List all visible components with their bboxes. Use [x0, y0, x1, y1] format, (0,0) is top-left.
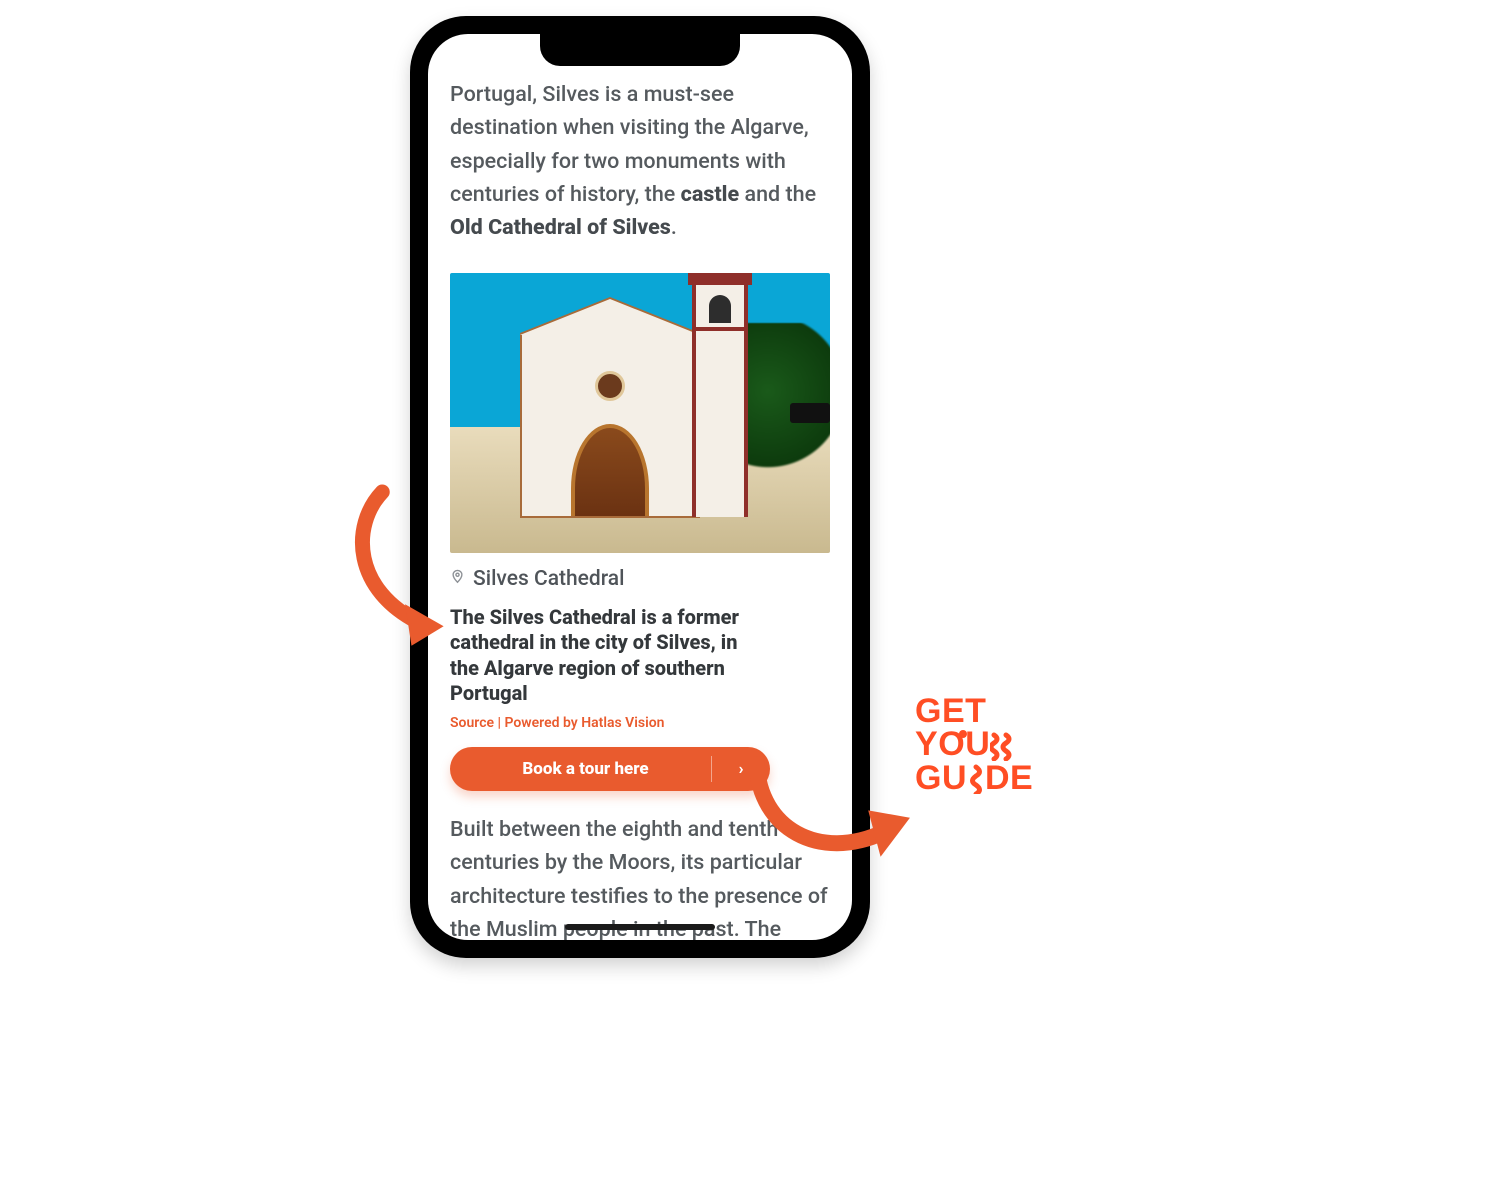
phone-notch [540, 34, 740, 66]
gyg-squiggle-icon [990, 731, 1014, 759]
gyg-y: Y [915, 728, 938, 761]
book-tour-label: Book a tour here [450, 759, 711, 779]
book-tour-button[interactable]: Book a tour here › [450, 747, 770, 791]
intro-text-suffix: . [671, 215, 677, 240]
intro-paragraph: Portugal, Silves is a must-see destinati… [450, 78, 830, 245]
image-caption-row: Silves Cathedral [450, 567, 830, 591]
gyg-gu: GU [915, 762, 967, 795]
image-caption-text: Silves Cathedral [473, 567, 624, 591]
intro-bold-castle: castle [681, 182, 740, 207]
home-indicator[interactable] [565, 924, 715, 930]
callout-arrow-right-icon [738, 752, 922, 878]
gyg-decorative-o-icon: O [938, 728, 965, 761]
cathedral-subheading: The Silves Cathedral is a former cathedr… [450, 605, 770, 707]
hero-image [450, 273, 830, 553]
gyg-de: DE [985, 762, 1033, 795]
gyg-line1: GET [915, 695, 986, 728]
source-attribution[interactable]: Source | Powered by Hatlas Vision [450, 715, 830, 731]
gyg-squiggle2-icon [967, 764, 985, 792]
callout-arrow-left-icon [336, 474, 473, 656]
intro-text-mid: and the [739, 182, 816, 207]
getyourguide-logo: GET YOU GU DE [915, 695, 1033, 795]
intro-bold-cathedral: Old Cathedral of Silves [450, 215, 671, 240]
gyg-u: U [965, 728, 990, 761]
